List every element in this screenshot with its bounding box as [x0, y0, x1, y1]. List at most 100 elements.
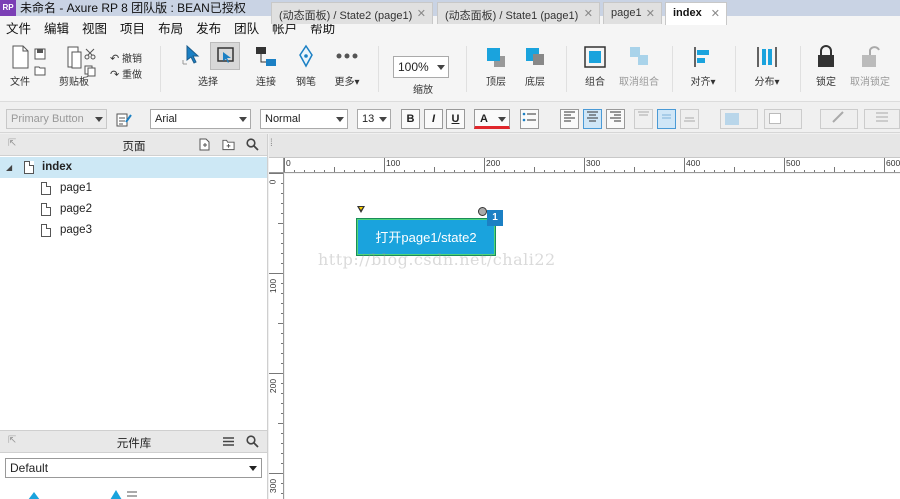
ruler-label: 100 — [386, 158, 401, 168]
font-family-select[interactable]: Arial — [150, 109, 251, 129]
undo-button[interactable]: ↶ 撤销 — [110, 50, 142, 65]
copy-icon[interactable] — [84, 65, 96, 77]
font-weight-select[interactable]: Normal — [260, 109, 348, 129]
unlock-button[interactable]: 取消锁定 — [849, 44, 891, 88]
bold-button[interactable]: B — [401, 109, 420, 129]
chevron-down-icon — [239, 117, 247, 122]
cut-icon[interactable] — [84, 48, 96, 60]
line-color-button[interactable] — [820, 109, 858, 129]
shadow-button[interactable] — [764, 109, 802, 129]
line-width-button[interactable] — [864, 109, 900, 129]
more-button[interactable]: 更多▾ — [332, 44, 362, 88]
page-tree-item-page2[interactable]: page2 — [0, 199, 267, 220]
style-editor-icon[interactable] — [116, 112, 132, 127]
connector-icon — [256, 47, 276, 66]
close-icon[interactable]: ✕ — [711, 7, 720, 20]
tab-index[interactable]: index ✕ — [665, 2, 727, 25]
underline-button[interactable]: U — [446, 109, 465, 129]
horizontal-ruler: 0 100 200 300 400 500 600 — [284, 158, 900, 173]
search-icon[interactable] — [246, 435, 259, 448]
ruler-label: 600 — [886, 158, 900, 168]
tab-state2-page1[interactable]: (动态面板) / State2 (page1) ✕ — [271, 2, 433, 24]
align-left-icon — [564, 111, 575, 122]
add-folder-icon[interactable] — [222, 138, 235, 151]
distribute-icon — [757, 47, 777, 67]
page-label: page1 — [60, 182, 92, 194]
font-color-button[interactable]: A — [474, 109, 510, 129]
align-label: 对齐▾ — [690, 77, 716, 88]
library-select-value: Default — [10, 461, 49, 475]
open-folder-icon[interactable] — [34, 65, 46, 76]
page-tree-item-page3[interactable]: page3 — [0, 220, 267, 241]
menu-icon[interactable] — [222, 435, 235, 448]
font-family-value: Arial — [155, 113, 178, 125]
valign-middle-button[interactable] — [657, 109, 676, 129]
group-button[interactable]: 组合 — [581, 44, 609, 88]
file-button[interactable]: 文件 — [6, 44, 34, 88]
align-left-button[interactable] — [560, 109, 579, 129]
zoom-select[interactable]: 100% — [393, 56, 449, 78]
connect-button[interactable]: 连接 — [252, 44, 280, 88]
menu-view[interactable]: 视图 — [82, 18, 107, 37]
page-icon — [41, 203, 51, 216]
valign-bottom-button[interactable] — [680, 109, 699, 129]
tab-label: (动态面板) / State1 (page1) — [445, 10, 579, 22]
tab-state1-page1[interactable]: (动态面板) / State1 (page1) ✕ — [437, 2, 600, 24]
ruler-label: 500 — [786, 158, 801, 168]
send-to-back-button[interactable]: 底层 — [521, 44, 549, 88]
distribute-button[interactable]: 分布▾ — [750, 44, 784, 88]
menu-project[interactable]: 项目 — [120, 18, 145, 37]
lock-button[interactable]: 锁定 — [812, 44, 840, 88]
select-mode-button[interactable]: 选择 — [176, 42, 240, 88]
tab-scroll-icon[interactable]: ⁞ — [270, 138, 276, 154]
valign-bottom-icon — [684, 117, 695, 122]
menu-team[interactable]: 团队 — [234, 18, 259, 37]
redo-button[interactable]: ↷ 重做 — [110, 66, 142, 81]
fill-color-button[interactable] — [720, 109, 758, 129]
tab-page1[interactable]: page1 ✕ — [603, 2, 662, 24]
page-label: page3 — [60, 224, 92, 236]
close-icon[interactable]: ✕ — [417, 7, 426, 20]
menu-file[interactable]: 文件 — [6, 18, 31, 37]
toolbar-separator — [672, 46, 673, 92]
ungroup-button[interactable]: 取消组合 — [618, 44, 660, 88]
select-intersect-icon — [182, 44, 200, 65]
bring-to-front-button[interactable]: 顶层 — [482, 44, 510, 88]
pen-icon — [299, 44, 313, 68]
save-icon[interactable] — [34, 48, 46, 60]
library-select[interactable]: Default — [5, 458, 262, 478]
ruler-label: 100 — [269, 278, 279, 294]
tab-label: (动态面板) / State2 (page1) — [279, 10, 413, 22]
vertical-ruler-ticks — [269, 173, 283, 494]
widget-handle-triangle-icon[interactable] — [357, 206, 365, 213]
menu-publish[interactable]: 发布 — [196, 18, 221, 37]
italic-button[interactable]: I — [424, 109, 443, 129]
search-icon[interactable] — [246, 138, 259, 151]
fill-color-swatch — [725, 113, 739, 125]
align-right-button[interactable] — [606, 109, 625, 129]
expand-triangle-icon[interactable]: ◢ — [6, 157, 12, 178]
pen-button[interactable]: 钢笔 — [293, 44, 319, 88]
close-icon[interactable]: ✕ — [646, 7, 655, 20]
paste-icon — [67, 46, 82, 69]
library-panel: ⇱ 元件库 Default — [0, 430, 268, 499]
font-size-select[interactable]: 13 — [357, 109, 391, 129]
redo-label: 重做 — [122, 70, 142, 81]
close-icon[interactable]: ✕ — [584, 7, 593, 20]
valign-top-button[interactable] — [634, 109, 653, 129]
page-tree-item-index[interactable]: ◢ index — [0, 157, 267, 178]
tab-label: index — [673, 7, 702, 19]
align-button[interactable]: 对齐▾ — [686, 44, 720, 88]
style-select[interactable]: Primary Button — [6, 109, 107, 129]
bring-to-front-icon — [487, 48, 505, 67]
add-page-icon[interactable] — [198, 138, 211, 151]
bullet-list-button[interactable] — [520, 109, 539, 129]
page-tree-item-page1[interactable]: page1 — [0, 178, 267, 199]
menu-layout[interactable]: 布局 — [158, 18, 183, 37]
menu-edit[interactable]: 编辑 — [44, 18, 69, 37]
align-center-button[interactable] — [583, 109, 602, 129]
widget-handle-circle-icon[interactable] — [478, 207, 487, 216]
pen-label: 钢笔 — [296, 77, 316, 88]
line-width-icon — [876, 112, 888, 122]
page-tab-bar — [269, 134, 900, 158]
